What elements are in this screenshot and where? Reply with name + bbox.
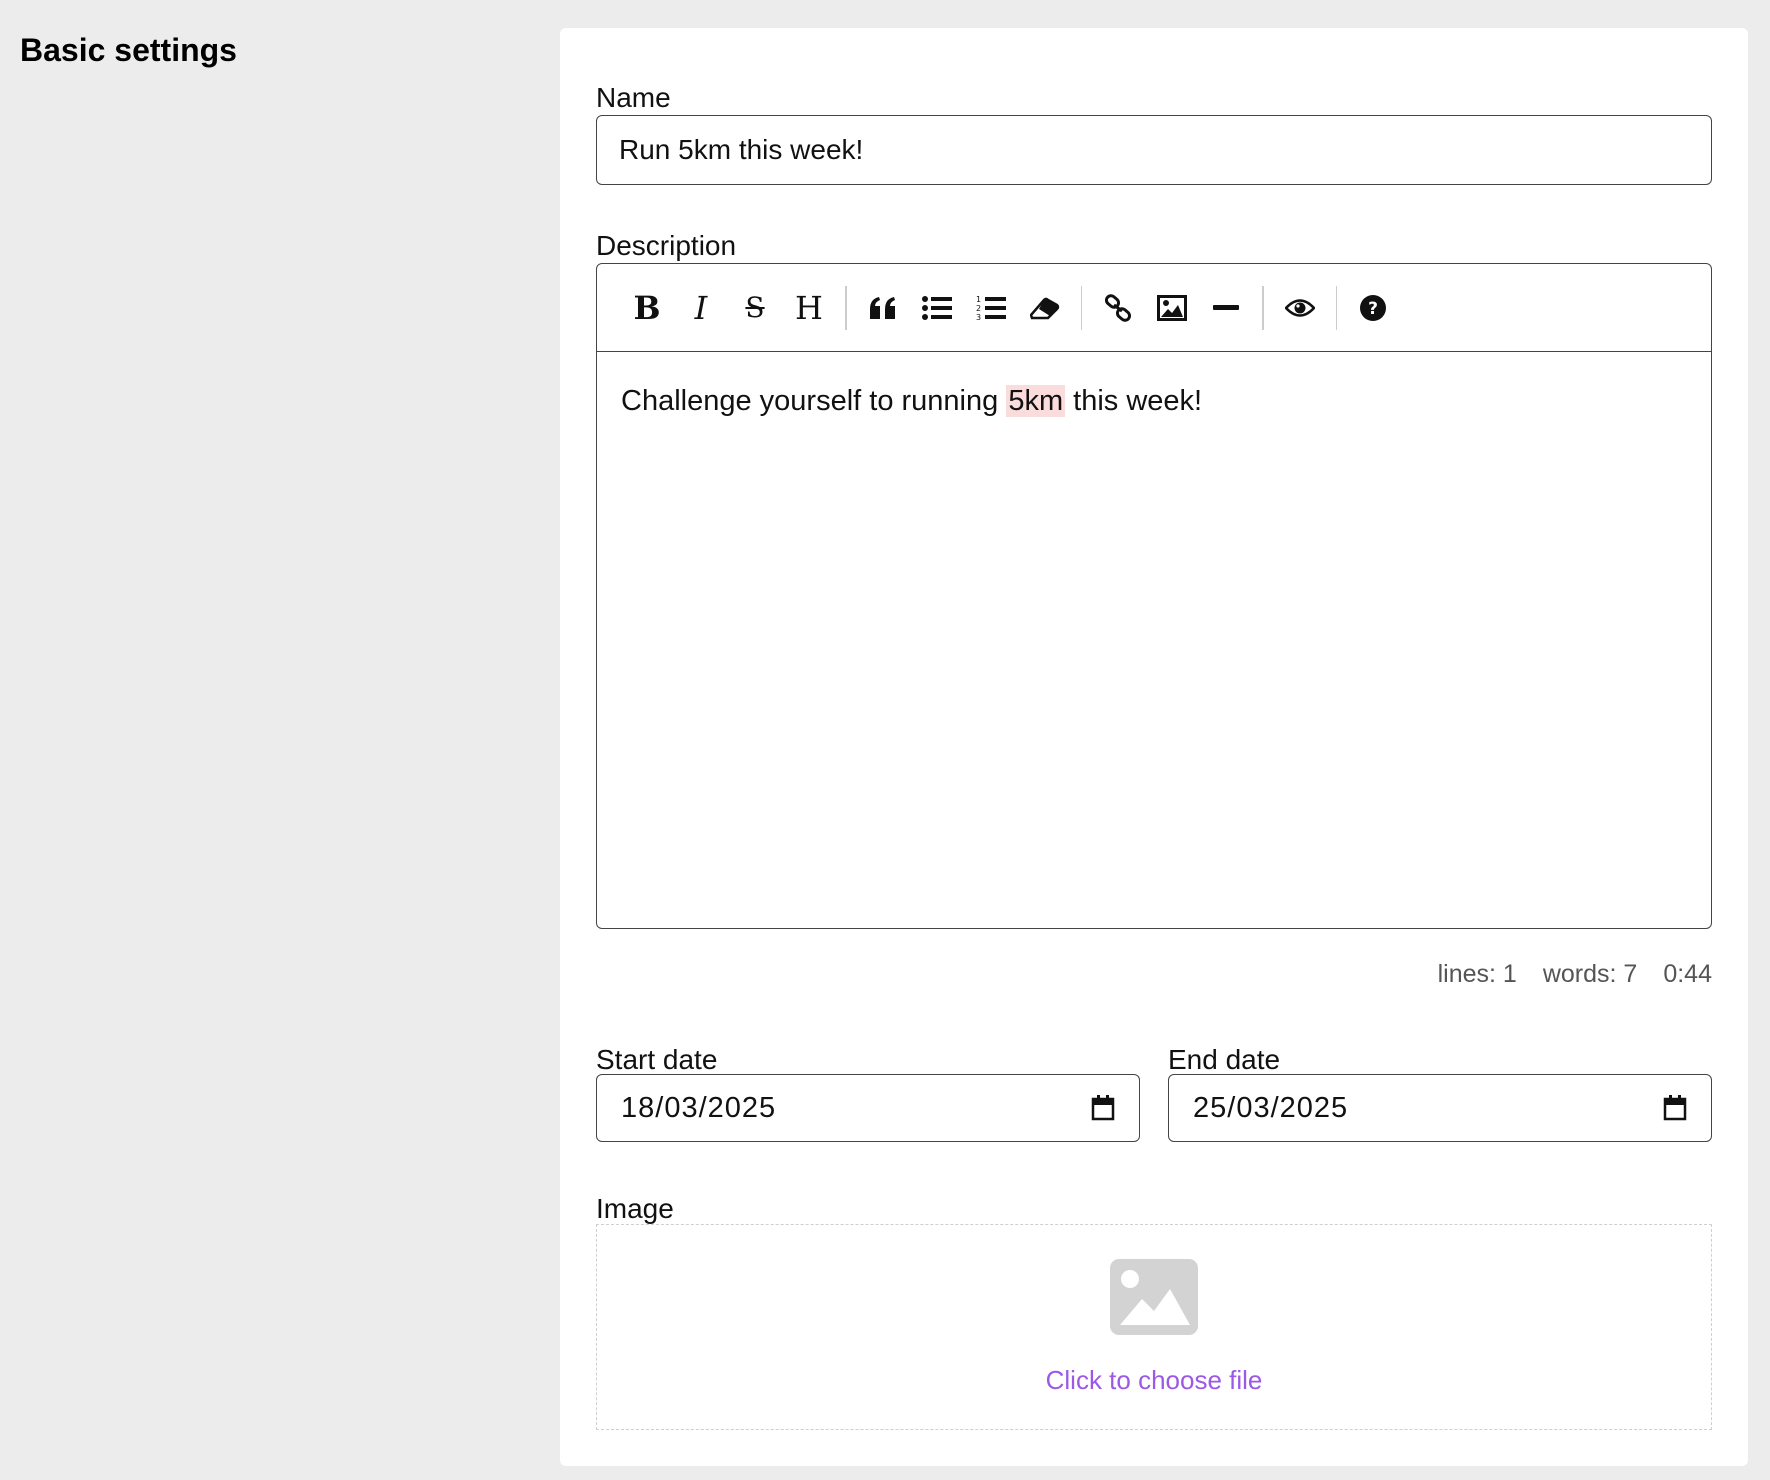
eraser-button[interactable] (1019, 282, 1071, 334)
start-date-label: Start date (596, 1044, 718, 1075)
italic-button[interactable]: I (675, 282, 727, 334)
start-date-input[interactable]: 18/03/2025 (596, 1074, 1140, 1142)
preview-button[interactable] (1274, 282, 1326, 334)
ordered-list-button[interactable]: 1 2 3 (965, 282, 1017, 334)
svg-text:2: 2 (976, 304, 981, 313)
toolbar-separator (1262, 285, 1264, 330)
heading-icon: H (795, 288, 823, 327)
status-cursor: 0:44 (1663, 960, 1712, 988)
help-button[interactable]: ? (1347, 282, 1399, 334)
preview-eye-icon (1284, 298, 1315, 317)
status-words: words: 7 (1542, 960, 1638, 988)
editor-text-highlight: 5km (1006, 385, 1066, 417)
horizontal-rule-icon (1213, 304, 1239, 310)
editor-toolbar: B I S H 1 2 3 ? (597, 264, 1711, 352)
quote-button[interactable] (857, 282, 909, 334)
choose-file-link[interactable]: Click to choose file (1046, 1365, 1263, 1396)
name-label: Name (596, 82, 671, 113)
svg-text:?: ? (1368, 299, 1378, 319)
calendar-icon[interactable] (1091, 1095, 1115, 1121)
image-placeholder-icon (1110, 1258, 1198, 1335)
end-date-input[interactable]: 25/03/2025 (1168, 1074, 1712, 1142)
unordered-list-icon (921, 295, 952, 320)
calendar-icon[interactable] (1663, 1095, 1687, 1121)
link-icon (1104, 293, 1132, 322)
image-icon (1157, 294, 1187, 321)
ordered-list-icon: 1 2 3 (976, 295, 1006, 322)
toolbar-separator (1080, 285, 1082, 330)
image-dropzone[interactable]: Click to choose file (596, 1224, 1712, 1430)
image-button[interactable] (1146, 282, 1198, 334)
status-lines: lines: 1 (1437, 960, 1517, 988)
help-icon: ? (1360, 294, 1386, 321)
description-label: Description (596, 230, 737, 261)
end-date-value: 25/03/2025 (1193, 1091, 1349, 1124)
svg-text:1: 1 (976, 295, 981, 304)
bold-icon: B (633, 288, 661, 327)
strikethrough-button[interactable]: S (729, 282, 781, 334)
toolbar-separator (845, 285, 847, 330)
quote-icon (869, 296, 895, 319)
editor-text-after: this week! (1065, 385, 1203, 417)
link-button[interactable] (1092, 282, 1144, 334)
horizontal-rule-button[interactable] (1200, 282, 1252, 334)
eraser-icon (1029, 297, 1059, 319)
end-date-label: End date (1168, 1044, 1281, 1075)
italic-icon: I (694, 288, 708, 327)
bold-button[interactable]: B (621, 282, 673, 334)
start-date-value: 18/03/2025 (621, 1091, 777, 1124)
image-label: Image (596, 1193, 674, 1224)
name-input[interactable] (596, 115, 1712, 185)
editor-content[interactable]: Challenge yourself to running 5km this w… (597, 352, 1711, 452)
unordered-list-button[interactable] (911, 282, 963, 334)
settings-card: Name Description B I S H (560, 28, 1748, 1466)
section-title: Basic settings (20, 32, 237, 68)
toolbar-separator (1335, 285, 1337, 330)
strikethrough-icon: S (745, 290, 765, 324)
editor-text-before: Challenge yourself to running (621, 385, 1007, 417)
heading-button[interactable]: H (783, 282, 835, 334)
markdown-editor: B I S H 1 2 3 ? Challenge yourself to ru… (596, 263, 1712, 929)
editor-statusbar: lines: 1 words: 7 0:44 (1438, 960, 1712, 989)
svg-text:3: 3 (976, 313, 981, 322)
